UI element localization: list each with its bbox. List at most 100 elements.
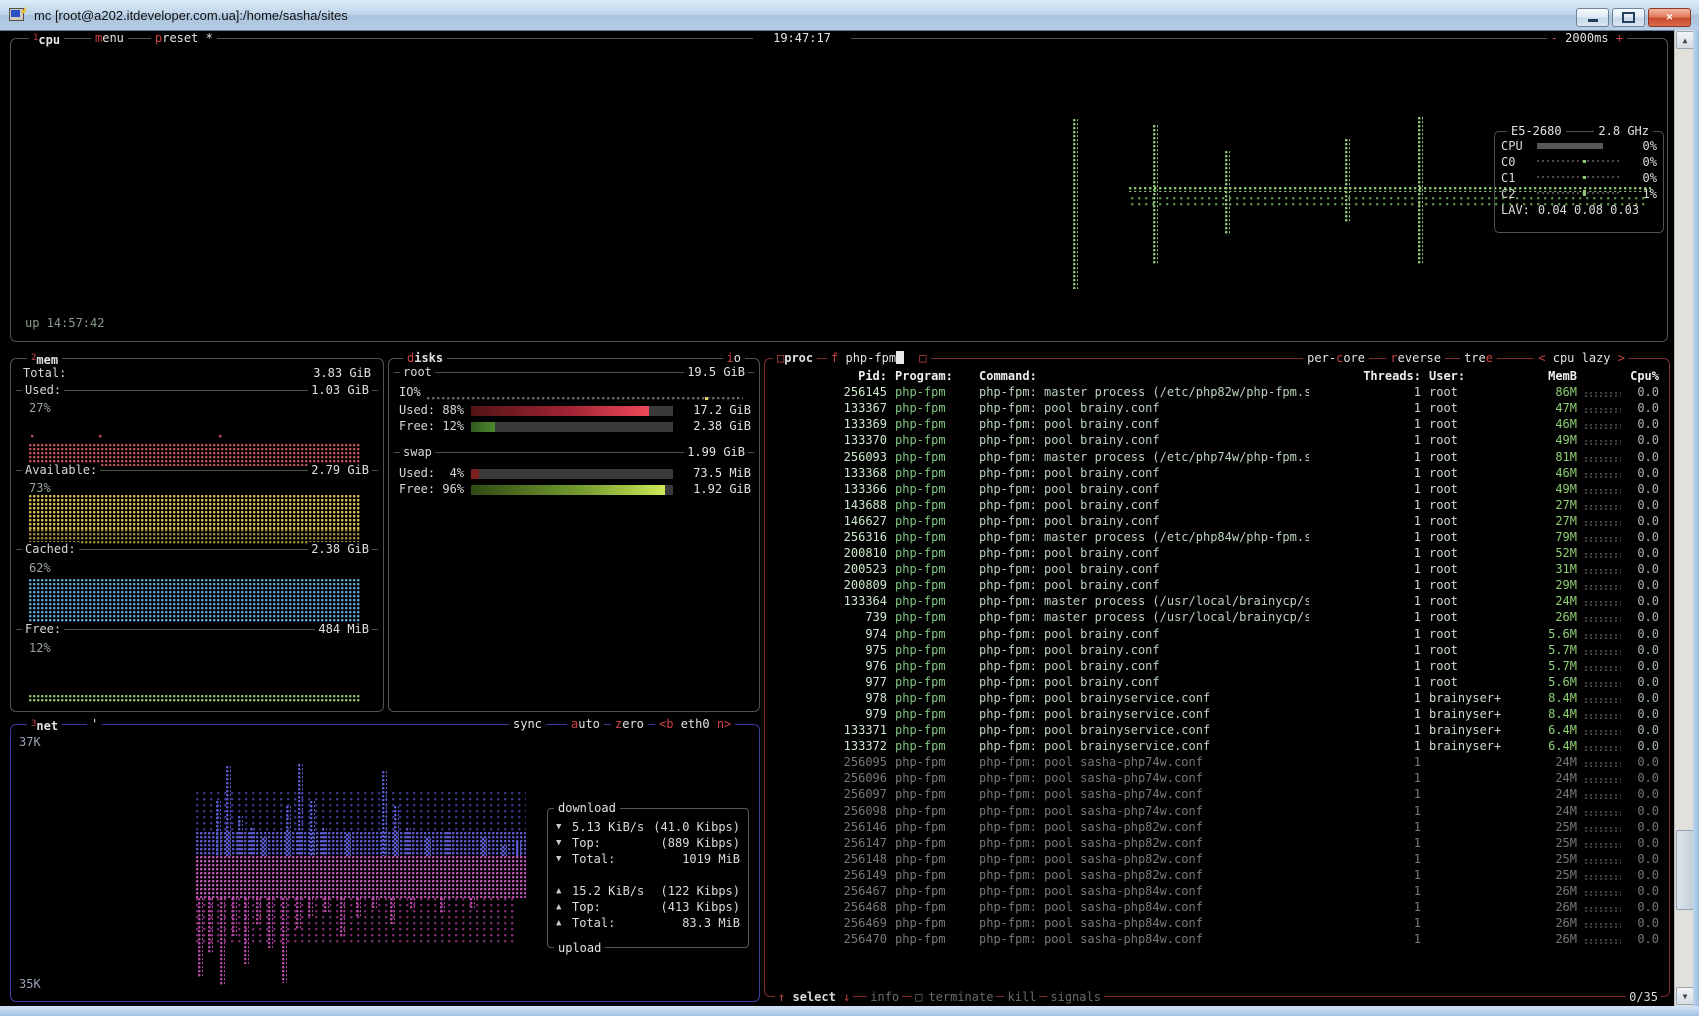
per-core-toggle[interactable]: per-core bbox=[1303, 351, 1369, 365]
cpu-mini-graph bbox=[1585, 746, 1621, 752]
swap-used-bar bbox=[471, 469, 479, 479]
proc-row[interactable]: 143688php-fpmphp-fpm: pool brainy.conf1r… bbox=[765, 497, 1669, 513]
process-filter-input[interactable]: f php-fpm □ bbox=[827, 351, 931, 365]
zero-button[interactable]: zero bbox=[611, 717, 648, 731]
download-graph-band bbox=[196, 832, 526, 856]
net-panel-label[interactable]: 3net bbox=[27, 717, 62, 733]
cpu-mini-graph bbox=[1585, 553, 1621, 559]
proc-row[interactable]: 256096php-fpmphp-fpm: pool sasha-php74w.… bbox=[765, 770, 1669, 786]
download-total-row: ▼Total:1019 MiB bbox=[548, 851, 748, 867]
proc-row[interactable]: 256467php-fpmphp-fpm: pool sasha-php84w.… bbox=[765, 883, 1669, 899]
net-panel: 3net ' sync auto zero <b eth0 n> 37K 35K… bbox=[10, 724, 760, 1002]
minimize-button[interactable] bbox=[1576, 8, 1609, 27]
proc-row[interactable]: 975php-fpmphp-fpm: pool brainy.conf1root… bbox=[765, 642, 1669, 658]
proc-row[interactable]: 978php-fpmphp-fpm: pool brainyservice.co… bbox=[765, 690, 1669, 706]
sync-button[interactable]: sync bbox=[509, 717, 546, 731]
proc-row[interactable]: 256470php-fpmphp-fpm: pool sasha-php84w.… bbox=[765, 931, 1669, 947]
proc-row[interactable]: 256316php-fpmphp-fpm: master process (/e… bbox=[765, 529, 1669, 545]
cpu-mini-graph bbox=[1585, 762, 1621, 768]
signals-action[interactable]: signals bbox=[1047, 990, 1104, 1004]
scrollbar-thumb[interactable] bbox=[1676, 830, 1694, 910]
proc-columns-header[interactable]: Pid: Program: Command: Threads: User: Me… bbox=[765, 368, 1669, 384]
iface-next-button[interactable]: n> bbox=[717, 717, 731, 731]
proc-row[interactable]: 200810php-fpmphp-fpm: pool brainy.conf1r… bbox=[765, 545, 1669, 561]
io-percent-label: IO% bbox=[399, 385, 421, 399]
maximize-icon bbox=[1622, 12, 1635, 23]
window-titlebar[interactable]: mc [root@a202.itdeveloper.com.ua]:/home/… bbox=[0, 0, 1699, 31]
cpu-mini-graph bbox=[1585, 440, 1621, 446]
filter-clear-icon[interactable]: □ bbox=[919, 351, 926, 365]
proc-row[interactable]: 256468php-fpmphp-fpm: pool sasha-php84w.… bbox=[765, 899, 1669, 915]
proc-row[interactable]: 977php-fpmphp-fpm: pool brainy.conf1root… bbox=[765, 674, 1669, 690]
proc-row[interactable]: 256146php-fpmphp-fpm: pool sasha-php82w.… bbox=[765, 819, 1669, 835]
window-frame-right bbox=[1693, 30, 1699, 1006]
reverse-toggle[interactable]: reverse bbox=[1386, 351, 1445, 365]
cpu-mini-graph bbox=[1585, 666, 1621, 672]
upload-spike bbox=[372, 898, 377, 908]
download-spike bbox=[406, 828, 411, 856]
mem-panel-label[interactable]: 2mem bbox=[27, 351, 62, 367]
cpu-mini-graph bbox=[1585, 682, 1621, 688]
proc-row[interactable]: 976php-fpmphp-fpm: pool brainy.conf1root… bbox=[765, 658, 1669, 674]
info-action[interactable]: info bbox=[867, 990, 902, 1004]
proc-row[interactable]: 256147php-fpmphp-fpm: pool sasha-php82w.… bbox=[765, 835, 1669, 851]
proc-row[interactable]: 256093php-fpmphp-fpm: master process (/e… bbox=[765, 448, 1669, 464]
download-spike bbox=[238, 816, 243, 856]
interface-switcher[interactable]: <b eth0 n> bbox=[655, 717, 735, 731]
proc-row[interactable]: 133367php-fpmphp-fpm: pool brainy.conf1r… bbox=[765, 400, 1669, 416]
upload-spike bbox=[268, 898, 273, 948]
upload-spike bbox=[308, 898, 313, 916]
terminate-action[interactable]: terminate bbox=[925, 990, 996, 1004]
proc-row[interactable]: 256095php-fpmphp-fpm: pool sasha-php74w.… bbox=[765, 754, 1669, 770]
proc-row[interactable]: 133371php-fpmphp-fpm: pool brainyservice… bbox=[765, 722, 1669, 738]
proc-row[interactable]: 133368php-fpmphp-fpm: pool brainy.conf1r… bbox=[765, 465, 1669, 481]
cpu-total-meter bbox=[1537, 143, 1603, 149]
sort-next-button[interactable]: > bbox=[1618, 351, 1625, 365]
proc-row[interactable]: 256149php-fpmphp-fpm: pool sasha-php82w.… bbox=[765, 867, 1669, 883]
scroll-down-icon[interactable]: ▼ bbox=[1676, 987, 1694, 1005]
proc-row[interactable]: 256145php-fpmphp-fpm: master process (/e… bbox=[765, 384, 1669, 400]
select-action[interactable]: ↑ select ↓ bbox=[775, 990, 853, 1004]
proc-row[interactable]: 974php-fpmphp-fpm: pool brainy.conf1root… bbox=[765, 626, 1669, 642]
proc-row[interactable]: 146627php-fpmphp-fpm: pool brainy.conf1r… bbox=[765, 513, 1669, 529]
sort-prev-button[interactable]: < bbox=[1538, 351, 1545, 365]
mem-free-divider: Free: 484 MiB bbox=[16, 629, 378, 630]
iface-name: eth0 bbox=[681, 717, 710, 731]
upload-spike bbox=[340, 898, 345, 938]
upload-spike bbox=[208, 898, 213, 953]
download-spike bbox=[382, 771, 387, 856]
proc-row[interactable]: 256097php-fpmphp-fpm: pool sasha-php74w.… bbox=[765, 786, 1669, 802]
proc-row[interactable]: 133370php-fpmphp-fpm: pool brainy.conf1r… bbox=[765, 432, 1669, 448]
auto-button[interactable]: auto bbox=[567, 717, 604, 731]
net-tick: ' bbox=[87, 717, 102, 731]
proc-row[interactable]: 133366php-fpmphp-fpm: pool brainy.conf1r… bbox=[765, 481, 1669, 497]
iface-prev-button[interactable]: <b bbox=[659, 717, 673, 731]
sort-selector[interactable]: < cpu lazy > bbox=[1534, 351, 1629, 365]
maximize-button[interactable] bbox=[1612, 8, 1645, 27]
terminal-scrollbar[interactable]: ▲ ▼ bbox=[1674, 30, 1694, 1006]
upload-spike bbox=[324, 898, 329, 912]
download-spike bbox=[226, 766, 231, 856]
download-spike bbox=[426, 838, 431, 856]
proc-row[interactable]: 200523php-fpmphp-fpm: pool brainy.conf1r… bbox=[765, 561, 1669, 577]
io-mode-button[interactable]: io bbox=[723, 351, 745, 365]
proc-panel-label[interactable]: □proc bbox=[773, 351, 817, 365]
proc-row[interactable]: 133372php-fpmphp-fpm: pool brainyservice… bbox=[765, 738, 1669, 754]
proc-row[interactable]: 256469php-fpmphp-fpm: pool sasha-php84w.… bbox=[765, 915, 1669, 931]
proc-row[interactable]: 256098php-fpmphp-fpm: pool sasha-php74w.… bbox=[765, 803, 1669, 819]
proc-row[interactable]: 133364php-fpmphp-fpm: master process (/u… bbox=[765, 593, 1669, 609]
proc-row[interactable]: 256148php-fpmphp-fpm: pool sasha-php82w.… bbox=[765, 851, 1669, 867]
proc-row[interactable]: 979php-fpmphp-fpm: pool brainyservice.co… bbox=[765, 706, 1669, 722]
cpu-mini-graph bbox=[1585, 730, 1621, 736]
close-button[interactable]: ✕ bbox=[1648, 8, 1691, 27]
mem-used-dot bbox=[99, 435, 103, 439]
proc-row[interactable]: 739php-fpmphp-fpm: master process (/usr/… bbox=[765, 609, 1669, 625]
proc-row[interactable]: 133369php-fpmphp-fpm: pool brainy.conf1r… bbox=[765, 416, 1669, 432]
mem-free-graph bbox=[29, 695, 361, 703]
swap-used-row: Used: 4% 73.5 MiB bbox=[389, 466, 759, 482]
scroll-up-icon[interactable]: ▲ bbox=[1676, 31, 1694, 49]
kill-action[interactable]: kill bbox=[1004, 990, 1039, 1004]
proc-row[interactable]: 200809php-fpmphp-fpm: pool brainy.conf1r… bbox=[765, 577, 1669, 593]
disks-panel-label[interactable]: disks bbox=[403, 351, 447, 365]
tree-toggle[interactable]: tree bbox=[1460, 351, 1497, 365]
